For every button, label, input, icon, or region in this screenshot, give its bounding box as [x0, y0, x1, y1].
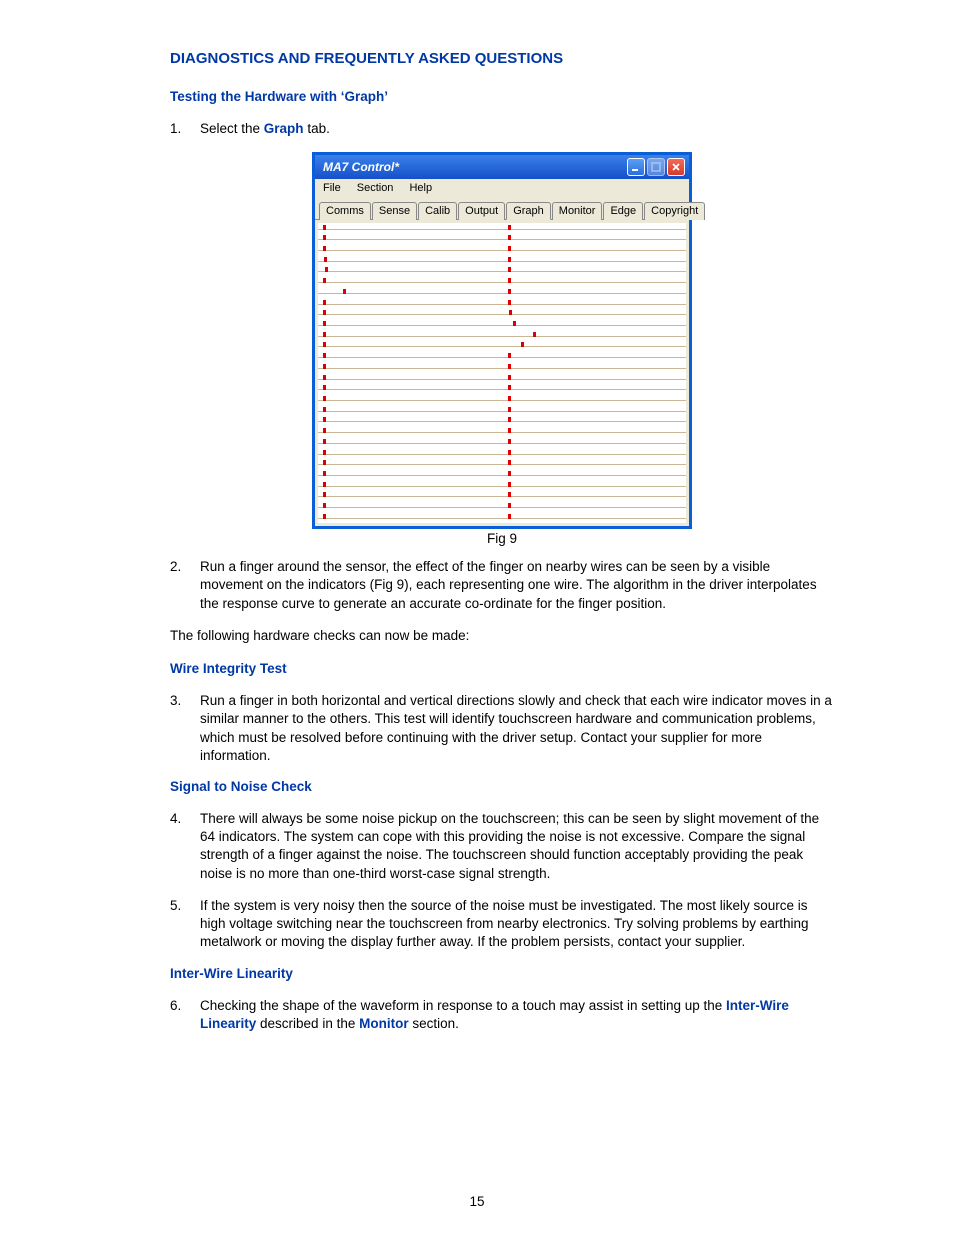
subheading-graph-test: Testing the Hardware with ‘Graph’ [170, 89, 834, 104]
subheading-inter-wire: Inter-Wire Linearity [170, 966, 834, 981]
list-body-5: If the system is very noisy then the sou… [200, 897, 834, 952]
tab-output[interactable]: Output [458, 202, 505, 220]
list-body-2: Run a finger around the sensor, the effe… [200, 558, 834, 613]
tab-comms[interactable]: Comms [319, 202, 371, 220]
figure-caption: Fig 9 [312, 531, 692, 546]
menu-section[interactable]: Section [353, 181, 398, 195]
item1-text-c: tab. [304, 121, 330, 136]
list-number-4: 4. [170, 810, 200, 883]
subheading-wire-integrity: Wire Integrity Test [170, 661, 834, 676]
tab-copyright[interactable]: Copyright [644, 202, 705, 220]
menu-help[interactable]: Help [405, 181, 436, 195]
ma7-control-window: MA7 Control* File Section Help Comms Sen… [312, 152, 692, 529]
list-body-6: Checking the shape of the waveform in re… [200, 997, 834, 1033]
menu-file[interactable]: File [319, 181, 345, 195]
list-number-1: 1. [170, 120, 200, 138]
close-button[interactable] [667, 158, 685, 176]
graph-tab-ref: Graph [264, 121, 304, 136]
item6-text-e: section. [409, 1016, 459, 1031]
list-number-5: 5. [170, 897, 200, 952]
list-number-2: 2. [170, 558, 200, 613]
page-heading: DIAGNOSTICS AND FREQUENTLY ASKED QUESTIO… [170, 50, 834, 67]
graph-panel [318, 223, 686, 523]
list-number-3: 3. [170, 692, 200, 765]
item6-text-c: described in the [256, 1016, 359, 1031]
list-body-1: Select the Graph tab. [200, 120, 834, 138]
item1-text-a: Select the [200, 121, 264, 136]
maximize-button[interactable] [647, 158, 665, 176]
hardware-checks-intro: The following hardware checks can now be… [170, 627, 834, 645]
minimize-button[interactable] [627, 158, 645, 176]
tab-calib[interactable]: Calib [418, 202, 457, 220]
monitor-ref: Monitor [359, 1016, 409, 1031]
titlebar: MA7 Control* [315, 155, 689, 179]
tab-graph[interactable]: Graph [506, 202, 551, 220]
tab-sense[interactable]: Sense [372, 202, 417, 220]
list-body-3: Run a finger in both horizontal and vert… [200, 692, 834, 765]
menubar: File Section Help [315, 179, 689, 197]
list-number-6: 6. [170, 997, 200, 1033]
subheading-signal-noise: Signal to Noise Check [170, 779, 834, 794]
item6-text-a: Checking the shape of the waveform in re… [200, 998, 726, 1013]
list-body-4: There will always be some noise pickup o… [200, 810, 834, 883]
tab-bar: Comms Sense Calib Output Graph Monitor E… [315, 197, 689, 220]
tab-edge[interactable]: Edge [603, 202, 643, 220]
tab-monitor[interactable]: Monitor [552, 202, 603, 220]
window-title: MA7 Control* [323, 160, 399, 174]
page-number: 15 [0, 1194, 954, 1209]
